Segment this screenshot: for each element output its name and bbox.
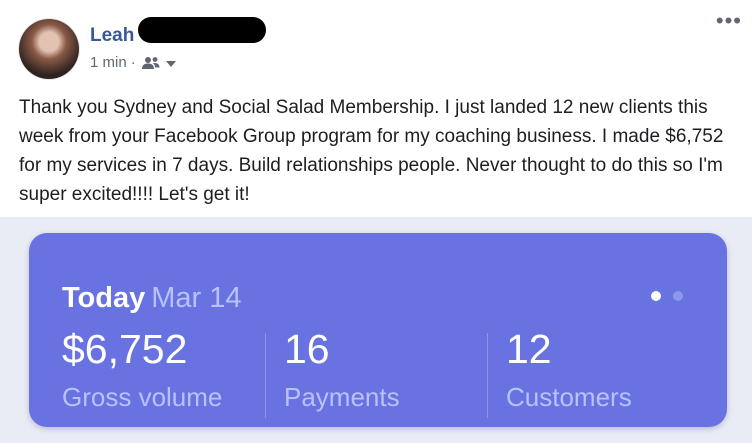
metric-divider <box>265 333 266 418</box>
metric-label: Gross volume <box>62 382 223 412</box>
post-text: Thank you Sydney and Social Salad Member… <box>19 97 724 205</box>
card-title-date: Mar 14 <box>151 282 242 314</box>
avatar[interactable] <box>19 19 79 79</box>
metric-customers: 12 Customers <box>506 325 632 425</box>
metric-label: Customers <box>506 382 632 412</box>
post-image[interactable]: Today Mar 14 $6,752 Gross volume 16 Payme… <box>0 217 752 443</box>
name-redaction <box>138 17 266 43</box>
chevron-down-icon[interactable] <box>165 60 176 67</box>
author-name[interactable]: Leah <box>90 25 134 47</box>
card-title-today: Today <box>62 282 146 314</box>
pager <box>651 291 683 301</box>
metric-payments: 16 Payments <box>284 325 400 425</box>
card-title: Today Mar 14 <box>62 282 242 315</box>
post-header: Leah 1 min · ••• <box>0 0 752 90</box>
pager-dot[interactable] <box>673 291 683 301</box>
post-meta: 1 min · <box>90 54 176 71</box>
people-icon[interactable] <box>141 56 160 70</box>
metric-divider <box>487 333 488 418</box>
metric-value: 16 <box>284 326 330 372</box>
metric-value: 12 <box>506 326 552 372</box>
meta-separator: · <box>130 54 136 71</box>
metric-gross-volume: $6,752 Gross volume <box>62 325 222 425</box>
pager-dot-active[interactable] <box>651 291 661 301</box>
metric-label: Payments <box>284 382 400 412</box>
dashboard-card: Today Mar 14 $6,752 Gross volume 16 Payme… <box>29 233 727 427</box>
post-timestamp[interactable]: 1 min <box>90 54 127 71</box>
metric-value: $6,752 <box>62 326 188 372</box>
more-options-icon[interactable]: ••• <box>716 10 742 32</box>
